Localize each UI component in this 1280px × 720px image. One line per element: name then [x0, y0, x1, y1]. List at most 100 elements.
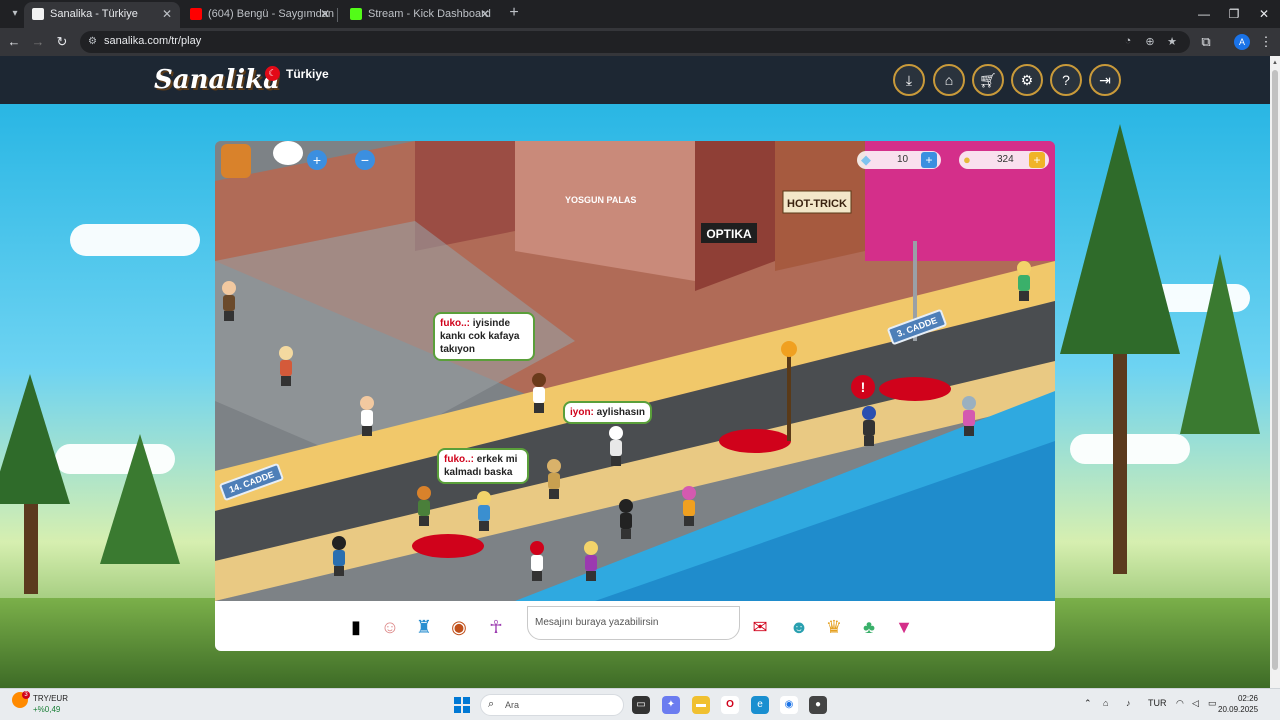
start-button[interactable]: [454, 697, 470, 713]
zoom-icon[interactable]: ⊕: [1142, 35, 1158, 49]
tab-search-button[interactable]: ▾: [6, 5, 24, 23]
avatar[interactable]: [415, 486, 433, 526]
shop-button[interactable]: 🛒︎: [972, 64, 1004, 96]
close-window-button[interactable]: ✕: [1248, 0, 1280, 28]
tray-chevron-icon[interactable]: ⌃: [1084, 698, 1092, 709]
avatar[interactable]: [607, 426, 625, 466]
bookmark-star-icon[interactable]: ★: [1164, 35, 1180, 49]
chat-nick: iyon:: [570, 407, 594, 418]
cloud: [70, 224, 200, 256]
avatar[interactable]: [1015, 261, 1033, 301]
zoom-in-icon[interactable]: +: [307, 150, 327, 170]
new-tab-button[interactable]: +: [504, 3, 524, 23]
avatar[interactable]: [277, 346, 295, 386]
minimize-button[interactable]: —: [1188, 0, 1220, 28]
clock-time[interactable]: 02:26: [1228, 694, 1258, 703]
extensions-icon[interactable]: ⧉: [1196, 32, 1216, 52]
chat-input[interactable]: Mesajını buraya yazabilirsin: [527, 606, 740, 640]
optika-sign-text: OPTIKA: [706, 227, 752, 241]
country-label[interactable]: Türkiye: [286, 67, 329, 81]
app-icon[interactable]: ●: [809, 696, 827, 714]
coin-counter: ● 324 +: [959, 151, 1049, 169]
avatar[interactable]: [358, 396, 376, 436]
logout-button[interactable]: ⇥: [1089, 64, 1121, 96]
sanalika-logo[interactable]: Sanalika: [154, 65, 280, 95]
settings-button[interactable]: ⚙: [1011, 64, 1043, 96]
avatar[interactable]: [545, 459, 563, 499]
avatar[interactable]: [528, 541, 546, 581]
site-header: Sanalika ☾ Türkiye ⤓ ⌂ 🛒︎ ⚙ ? ⇥: [0, 56, 1270, 104]
add-coin-button[interactable]: +: [1029, 152, 1045, 168]
help-button[interactable]: ?: [1050, 64, 1082, 96]
avatar[interactable]: [220, 281, 238, 321]
chat-bubble: fuko..: erkek mi kalmadı baska: [437, 448, 529, 484]
network-icon[interactable]: ⌂: [1103, 698, 1108, 708]
home-button[interactable]: ⌂: [933, 64, 965, 96]
page-scrollbar[interactable]: ▲: [1270, 56, 1280, 688]
back-icon[interactable]: ←: [4, 32, 24, 52]
site-info-icon[interactable]: ⚙: [88, 36, 100, 48]
phone-icon[interactable]: ▮: [342, 614, 370, 640]
avatar[interactable]: [530, 373, 548, 413]
file-explorer-icon[interactable]: ▬: [692, 696, 710, 714]
zoom-out-icon[interactable]: −: [355, 150, 375, 170]
browser-toolbar: ← → ↻ ⚙ sanalika.com/tr/play ◔ ⊕ ★ ⧉ A ⋮: [0, 28, 1280, 56]
tab-sanalika[interactable]: Sanalika - Türkiye ✕: [24, 2, 180, 28]
restore-button[interactable]: ❐: [1218, 0, 1250, 28]
island-icon[interactable]: ♣: [855, 614, 883, 640]
tab-youtube[interactable]: (604) Bengü - Saygımdan - You ✕: [182, 2, 338, 28]
close-tab-icon[interactable]: ✕: [480, 2, 490, 26]
language-indicator[interactable]: TUR: [1148, 698, 1167, 708]
avatar[interactable]: [860, 406, 878, 446]
opera-icon[interactable]: O: [721, 696, 739, 714]
edge-icon[interactable]: e: [751, 696, 769, 714]
battery-icon[interactable]: ▭: [1208, 698, 1217, 709]
scrollbar-thumb[interactable]: [1272, 70, 1278, 670]
alert-icon[interactable]: !: [851, 375, 875, 399]
avatar[interactable]: [960, 396, 978, 436]
mic-icon[interactable]: ♪: [1126, 698, 1131, 708]
tab-kick[interactable]: Stream - Kick Dashboard ✕: [342, 2, 498, 28]
avatar[interactable]: [680, 486, 698, 526]
dance-icon[interactable]: ☥: [482, 614, 510, 640]
avatar[interactable]: [582, 541, 600, 581]
copilot-icon[interactable]: ✦: [662, 696, 680, 714]
chrome-icon[interactable]: ◉: [780, 696, 798, 714]
avatar[interactable]: [617, 499, 635, 539]
close-tab-icon[interactable]: ✕: [320, 2, 330, 26]
profile-avatar[interactable]: A: [1234, 34, 1250, 50]
trophy-icon[interactable]: ♛: [820, 614, 848, 640]
volume-icon[interactable]: ◁: [1192, 698, 1199, 709]
avatar[interactable]: [475, 491, 493, 531]
pine-tree: [100, 434, 180, 564]
currency-label[interactable]: TRY/EUR: [33, 694, 68, 703]
beach-umbrella[interactable]: [412, 534, 484, 558]
wifi-icon[interactable]: ◠: [1176, 698, 1184, 709]
taskbar-search[interactable]: ⌕ Ara: [480, 694, 624, 716]
avatar[interactable]: [330, 536, 348, 576]
chrome-menu-icon[interactable]: ⋮: [1256, 32, 1276, 52]
forward-icon[interactable]: →: [28, 32, 48, 52]
chat-icon[interactable]: ✉: [746, 614, 774, 640]
beach-umbrella[interactable]: [879, 377, 951, 401]
player-portrait[interactable]: [221, 144, 251, 178]
menu-icon[interactable]: ▼: [890, 614, 918, 640]
task-view-icon[interactable]: ▭: [632, 696, 650, 714]
game-scene[interactable]: OPTIKA HOT-TRICK YOSGUN PALAS: [215, 141, 1055, 601]
clothes-icon[interactable]: ♜: [410, 614, 438, 640]
bag-icon[interactable]: ◉: [445, 614, 473, 640]
close-tab-icon[interactable]: ✕: [162, 2, 172, 26]
add-diamond-button[interactable]: +: [921, 152, 937, 168]
friends-icon[interactable]: ☺: [376, 614, 404, 640]
street-lamp: [787, 351, 791, 441]
game-window[interactable]: OPTIKA HOT-TRICK YOSGUN PALAS 3. CADDE 1…: [215, 141, 1055, 651]
youtube-favicon-icon: [190, 8, 202, 20]
clock-date[interactable]: 20.09.2025: [1218, 705, 1258, 714]
pet-icon[interactable]: ☻: [785, 614, 813, 640]
eye-off-icon[interactable]: ◔: [1120, 35, 1136, 49]
download-button[interactable]: ⤓: [893, 64, 925, 96]
reload-icon[interactable]: ↻: [52, 32, 72, 52]
address-bar[interactable]: ⚙ sanalika.com/tr/play ◔ ⊕ ★: [80, 31, 1190, 53]
tab-title: Sanalika - Türkiye: [50, 8, 138, 20]
beach-umbrella[interactable]: [719, 429, 791, 453]
